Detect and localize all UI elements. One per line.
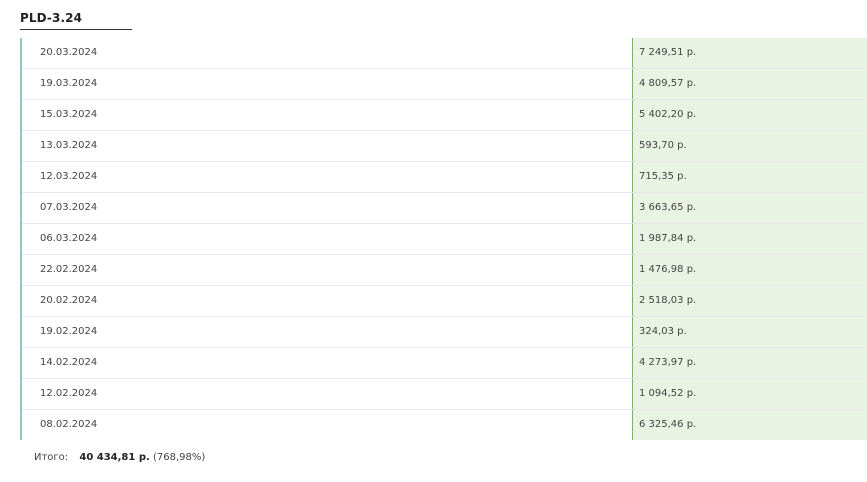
total-label: Итого: [34,452,69,463]
payment-amount: 593,70 р. [632,131,867,161]
table-row: 13.03.2024 593,70 р. [22,131,867,162]
payment-date: 08.02.2024 [40,419,98,430]
payment-date: 12.02.2024 [40,388,98,399]
payments-panel: PLD-3.24 20.03.2024 7 249,51 р. 19.03.20… [0,0,867,482]
payment-amount: 4 273,97 р. [632,348,867,378]
payment-date: 07.03.2024 [40,202,98,213]
payment-date: 19.02.2024 [40,326,98,337]
table-row: 15.03.2024 5 402,20 р. [22,100,867,131]
payment-amount: 7 249,51 р. [632,38,867,68]
payments-table: 20.03.2024 7 249,51 р. 19.03.2024 4 809,… [20,38,867,440]
payment-date: 14.02.2024 [40,357,98,368]
table-row: 19.03.2024 4 809,57 р. [22,69,867,100]
payment-date: 20.03.2024 [40,47,98,58]
payment-amount: 6 325,46 р. [632,410,867,440]
table-row: 12.03.2024 715,35 р. [22,162,867,193]
total-summary: Итого: 40 434,81 р. (768,98%) [34,452,205,463]
payment-date: 12.03.2024 [40,171,98,182]
payment-amount: 5 402,20 р. [632,100,867,130]
payment-amount: 1 094,52 р. [632,379,867,409]
payment-amount: 1 987,84 р. [632,224,867,254]
table-row: 20.03.2024 7 249,51 р. [22,38,867,69]
payment-date: 22.02.2024 [40,264,98,275]
table-row: 07.03.2024 3 663,65 р. [22,193,867,224]
payment-date: 06.03.2024 [40,233,98,244]
title-underline [20,29,132,30]
payment-date: 13.03.2024 [40,140,98,151]
total-percent: (768,98%) [152,452,206,463]
table-row: 14.02.2024 4 273,97 р. [22,348,867,379]
table-row: 20.02.2024 2 518,03 р. [22,286,867,317]
payment-amount: 3 663,65 р. [632,193,867,223]
table-row: 06.03.2024 1 987,84 р. [22,224,867,255]
payment-amount: 715,35 р. [632,162,867,192]
table-row: 08.02.2024 6 325,46 р. [22,410,867,440]
payment-date: 19.03.2024 [40,78,98,89]
payment-amount: 2 518,03 р. [632,286,867,316]
payment-amount: 1 476,98 р. [632,255,867,285]
payment-amount: 324,03 р. [632,317,867,347]
payment-date: 20.02.2024 [40,295,98,306]
page-title: PLD-3.24 [20,11,83,25]
payment-date: 15.03.2024 [40,109,98,120]
table-row: 22.02.2024 1 476,98 р. [22,255,867,286]
payment-amount: 4 809,57 р. [632,69,867,99]
total-sum: 40 434,81 р. [79,452,150,463]
table-row: 12.02.2024 1 094,52 р. [22,379,867,410]
table-row: 19.02.2024 324,03 р. [22,317,867,348]
